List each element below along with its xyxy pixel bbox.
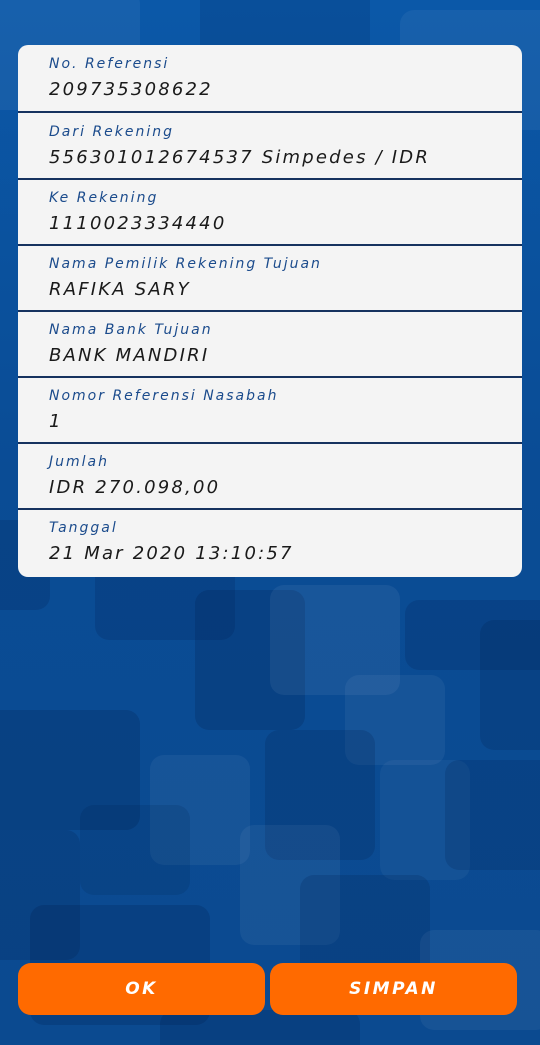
transaction-detail-card: No. Referensi 209735308622 Dari Rekening… — [18, 45, 522, 577]
ok-button[interactable]: OK — [18, 963, 265, 1015]
detail-label: Jumlah — [49, 454, 109, 470]
detail-label: Dari Rekening — [49, 124, 175, 140]
detail-value: 556301012674537 Simpedes / IDR — [49, 147, 431, 168]
detail-value: 1110023334440 — [49, 213, 227, 234]
detail-label: Tanggal — [49, 520, 118, 536]
detail-value: 209735308622 — [49, 79, 213, 100]
detail-value: BANK MANDIRI — [49, 345, 210, 366]
detail-row-recipient-name: Nama Pemilik Rekening Tujuan RAFIKA SARY — [18, 245, 522, 311]
detail-row-destination-bank: Nama Bank Tujuan BANK MANDIRI — [18, 311, 522, 377]
detail-row-source-account: Dari Rekening 556301012674537 Simpedes /… — [18, 113, 522, 179]
detail-label: Nomor Referensi Nasabah — [49, 388, 279, 404]
detail-value: 1 — [49, 411, 63, 432]
detail-value: 21 Mar 2020 13:10:57 — [49, 543, 294, 564]
detail-row-customer-reference: Nomor Referensi Nasabah 1 — [18, 377, 522, 443]
detail-row-amount: Jumlah IDR 270.098,00 — [18, 443, 522, 509]
detail-row-reference-number: No. Referensi 209735308622 — [18, 45, 522, 111]
detail-row-date: Tanggal 21 Mar 2020 13:10:57 — [18, 509, 522, 575]
detail-label: No. Referensi — [49, 56, 170, 72]
detail-row-destination-account: Ke Rekening 1110023334440 — [18, 179, 522, 245]
detail-value: RAFIKA SARY — [49, 279, 191, 300]
detail-label: Nama Bank Tujuan — [49, 322, 213, 338]
detail-label: Ke Rekening — [49, 190, 159, 206]
detail-label: Nama Pemilik Rekening Tujuan — [49, 256, 322, 272]
detail-value: IDR 270.098,00 — [49, 477, 221, 498]
save-button[interactable]: SIMPAN — [270, 963, 517, 1015]
